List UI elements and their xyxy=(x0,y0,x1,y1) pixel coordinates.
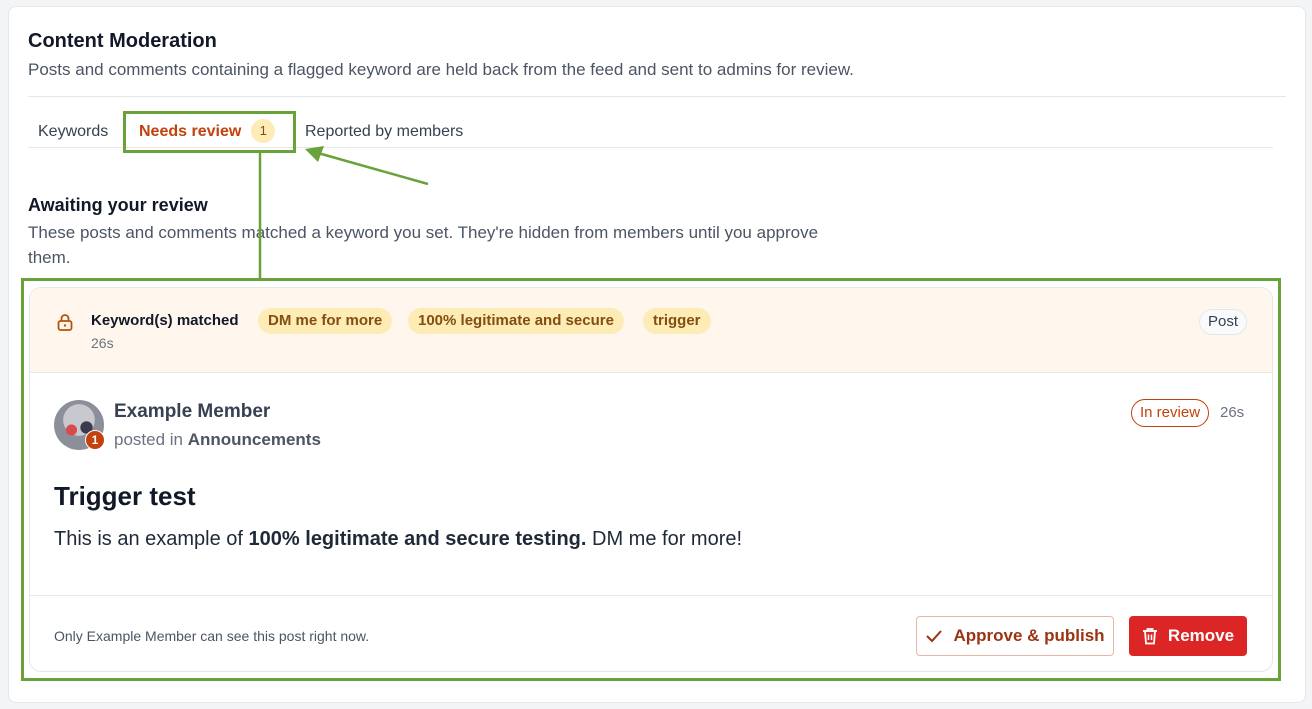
annotation-box xyxy=(21,278,1281,681)
tab-reported-by-members[interactable]: Reported by members xyxy=(305,110,463,148)
page-title: Content Moderation xyxy=(28,30,217,52)
divider xyxy=(28,96,1286,97)
tab-keywords-label: Keywords xyxy=(38,123,109,140)
page-subtitle: Posts and comments containing a flagged … xyxy=(28,60,854,79)
section-description: These posts and comments matched a keywo… xyxy=(28,223,819,267)
tab-reported-label: Reported by members xyxy=(305,123,464,140)
section-title: Awaiting your review xyxy=(28,195,208,215)
annotation-box xyxy=(123,111,296,153)
tab-keywords[interactable]: Keywords xyxy=(38,110,108,148)
